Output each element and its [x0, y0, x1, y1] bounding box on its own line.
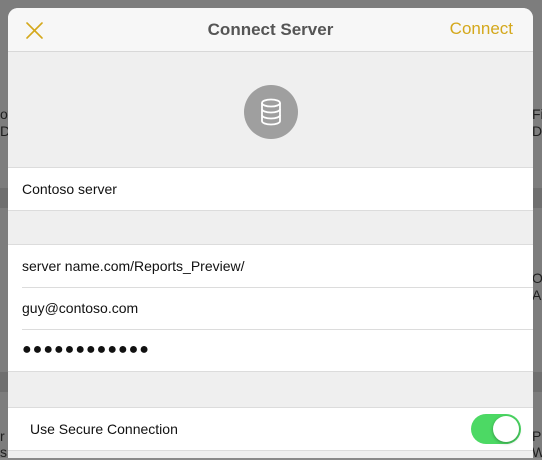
- background-text: Po: [532, 428, 542, 444]
- background-text: Op: [532, 270, 542, 286]
- server-address-field[interactable]: [22, 258, 502, 274]
- background-text: r: [0, 428, 5, 444]
- password-field[interactable]: ●●●●●●●●●●●●: [22, 341, 150, 359]
- dialog-nav-bar: Connect Server Connect: [8, 8, 533, 52]
- secure-connection-toggle[interactable]: [471, 414, 521, 444]
- secure-connection-label: Use Secure Connection: [30, 421, 178, 437]
- display-name-group: [8, 167, 533, 211]
- display-name-field[interactable]: [22, 181, 502, 197]
- display-name-cell: [8, 168, 533, 210]
- connect-server-dialog: Connect Server Connect ●●●●●●●●●●●●: [8, 8, 533, 458]
- credentials-group: ●●●●●●●●●●●●: [8, 244, 533, 372]
- background-text: Fi: [532, 106, 542, 122]
- connect-button[interactable]: Connect: [450, 19, 513, 39]
- username-cell: [8, 287, 533, 329]
- secure-connection-cell: Use Secure Connection: [8, 408, 533, 450]
- database-icon: [261, 98, 281, 126]
- background-text: Da: [532, 123, 542, 139]
- username-field[interactable]: [22, 300, 502, 316]
- secure-connection-group: Use Secure Connection: [8, 407, 533, 451]
- background-text: Ar: [532, 287, 542, 303]
- password-cell[interactable]: ●●●●●●●●●●●●: [8, 329, 533, 371]
- server-badge: [244, 85, 298, 139]
- toggle-knob: [493, 416, 519, 442]
- server-address-cell: [8, 245, 533, 287]
